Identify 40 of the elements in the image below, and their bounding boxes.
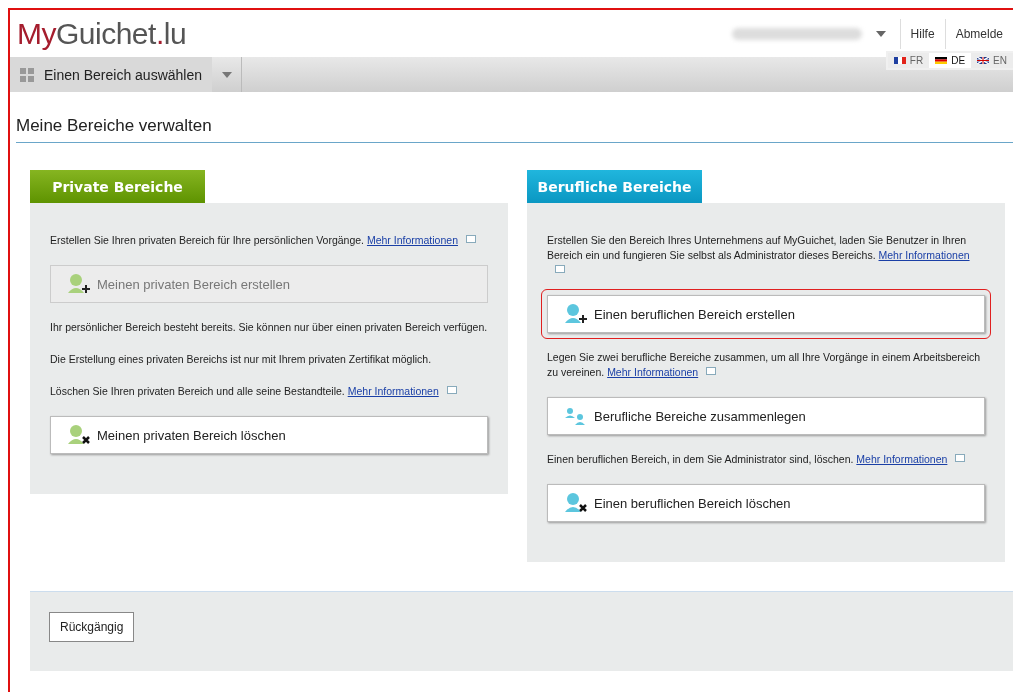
user-add-icon: [67, 273, 91, 295]
flag-icon: [935, 57, 948, 64]
description-text: Erstellen Sie den Bereich Ihres Unternehmens auf MyGuichet, laden Sie Benutzer in Ihren Bereich ein und fungieren Sie selbst als Administrator dieses Bereichs. Mehr Informationen: [547, 233, 985, 278]
description-text: Ihr persönlicher Bereich besteht bereits. Sie können nur über einen privaten Bereich verfügen.: [50, 320, 488, 335]
description-text: Die Erstellung eines privaten Bereichs ist nur mit Ihrem privaten Zertifikat möglich.: [50, 352, 433, 367]
external-window-icon: [955, 454, 966, 462]
menu-link[interactable]: Abmelde: [944, 18, 1013, 49]
action-button[interactable]: Einen beruflichen Bereich erstellen: [547, 295, 985, 333]
user-add-icon: [564, 303, 588, 325]
language-button[interactable]: DE: [929, 53, 972, 68]
user-delete-icon: [564, 492, 588, 514]
user-delete-icon: [67, 424, 91, 446]
action-button[interactable]: Berufliche Bereiche zusammenlegen: [547, 397, 985, 435]
more-info-link[interactable]: Mehr Informationen: [856, 453, 948, 465]
external-window-icon: [446, 386, 457, 394]
external-window-icon: [706, 367, 717, 375]
description-text: Löschen Sie Ihren privaten Bereich und alle seine Bestandteile. Mehr Informationen: [50, 384, 488, 399]
language-button[interactable]: FR: [887, 53, 930, 68]
grid-icon: [20, 67, 34, 82]
language-button[interactable]: EN: [971, 53, 1013, 68]
more-info-link[interactable]: Mehr Informationen: [347, 385, 439, 397]
more-info-link[interactable]: Mehr Informationen: [878, 249, 970, 261]
flag-icon: [893, 57, 906, 64]
menu-link[interactable]: Hilfe: [899, 18, 945, 49]
more-info-link[interactable]: Mehr Informationen: [607, 366, 699, 378]
flag-icon: [977, 57, 990, 64]
action-button[interactable]: Meinen privaten Bereich löschen: [50, 416, 488, 454]
external-window-icon: [466, 235, 476, 243]
description-text: Einen beruflichen Bereich, in dem Sie Administrator sind, löschen. Mehr Informationen: [547, 452, 985, 467]
external-window-icon: [555, 265, 565, 273]
action-button[interactable]: Einen beruflichen Bereich löschen: [547, 484, 985, 522]
caret-icon[interactable]: [875, 30, 886, 37]
description-text: Erstellen Sie Ihren privaten Bereich für Ihre persönlichen Vorgänge. Mehr Informationen: [50, 233, 488, 248]
description-text: Legen Sie zwei berufliche Bereiche zusammen, um all Ihre Vorgänge in einem Arbeitsbereich zu vereinen. Mehr Informationen: [547, 350, 982, 380]
area-select-button[interactable]: Einen Bereich auswählen: [10, 57, 212, 92]
more-info-link[interactable]: Mehr Informationen: [366, 234, 458, 246]
caret-icon: [221, 71, 232, 78]
undo-button[interactable]: Rückgängig: [49, 612, 135, 642]
site-logo[interactable]: MyGuichet.lu: [17, 16, 187, 51]
page-title: Meine Bereiche verwalten: [16, 116, 1013, 143]
